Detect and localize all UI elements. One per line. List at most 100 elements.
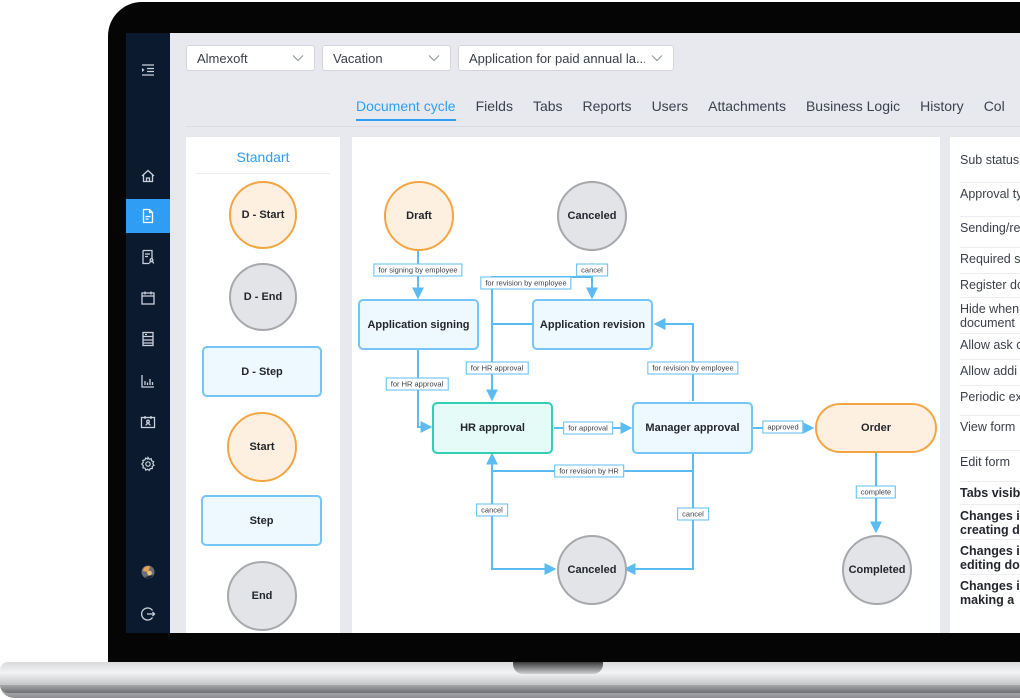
category-select-value: Vacation: [333, 50, 383, 66]
calendar-icon: [141, 291, 155, 305]
document-user-icon: [142, 249, 155, 265]
property-row[interactable]: Tabs visib: [960, 486, 1020, 500]
property-divider: [960, 385, 1020, 386]
property-row[interactable]: Allow addi: [960, 364, 1020, 378]
avatar-icon: [141, 565, 155, 579]
property-row[interactable]: Changes i making a: [960, 579, 1020, 607]
tab-bar: Document cycle Fields Tabs Reports Users…: [356, 93, 1020, 127]
sidebar-item-reports[interactable]: [126, 364, 170, 398]
property-row[interactable]: Approval ty: [960, 187, 1020, 201]
logout-icon: [141, 607, 156, 621]
edge-label[interactable]: for HR approval: [385, 377, 449, 391]
property-row[interactable]: Hide when document: [960, 302, 1020, 330]
palette-step[interactable]: Step: [201, 495, 322, 546]
id-card-icon: [140, 416, 156, 429]
shape-palette: Standart D - Start D - End D - Step Star…: [186, 137, 340, 633]
property-row[interactable]: Periodic ex: [960, 390, 1020, 404]
sidebar-item-id-card[interactable]: [126, 405, 170, 439]
node-order[interactable]: Order: [815, 403, 937, 453]
tab-col[interactable]: Col: [984, 93, 1005, 127]
property-divider: [960, 450, 1020, 451]
chevron-down-icon: [292, 55, 304, 62]
property-divider: [960, 247, 1020, 248]
app-screen: Almexoft Vacation Application for paid a…: [126, 33, 1020, 633]
palette-d-start[interactable]: D - Start: [229, 181, 297, 249]
property-divider: [960, 297, 1020, 298]
chevron-down-icon: [428, 55, 440, 62]
tab-document-cycle[interactable]: Document cycle: [356, 93, 456, 127]
tab-fields[interactable]: Fields: [476, 93, 513, 127]
bar-chart-icon: [141, 375, 154, 388]
node-completed[interactable]: Completed: [842, 535, 912, 605]
palette-d-step[interactable]: D - Step: [202, 346, 322, 397]
node-draft[interactable]: Draft: [384, 181, 454, 251]
sidebar-item-logout[interactable]: [126, 597, 170, 631]
palette-end[interactable]: End: [227, 561, 297, 631]
node-application-signing[interactable]: Application signing: [358, 299, 479, 350]
palette-d-end[interactable]: D - End: [229, 263, 297, 331]
tab-attachments[interactable]: Attachments: [708, 93, 786, 127]
tab-reports[interactable]: Reports: [583, 93, 632, 127]
edge-label[interactable]: for HR approval: [465, 361, 529, 375]
property-divider: [960, 359, 1020, 360]
node-canceled-top[interactable]: Canceled: [557, 181, 627, 251]
property-divider: [960, 182, 1020, 183]
sidebar: [126, 33, 170, 633]
sidebar-item-documents[interactable]: [126, 199, 170, 233]
category-select[interactable]: Vacation: [322, 45, 451, 71]
edge-label[interactable]: for signing by employee: [373, 263, 463, 277]
edge-label[interactable]: for revision by employee: [647, 361, 739, 375]
property-row[interactable]: Changes i creating d: [960, 509, 1020, 537]
property-divider: [960, 504, 1020, 505]
sidebar-item-home[interactable]: [126, 159, 170, 193]
sidebar-item-calendar[interactable]: [126, 281, 170, 315]
edge-label[interactable]: cancel: [476, 503, 508, 517]
sidebar-item-settings[interactable]: [126, 447, 170, 481]
property-divider: [960, 216, 1020, 217]
document-type-select-value: Application for paid annual la...: [469, 50, 645, 66]
edge-label[interactable]: for revision by HR: [554, 464, 624, 478]
edge-label[interactable]: for revision by employee: [480, 276, 572, 290]
property-row[interactable]: Changes i editing do: [960, 544, 1020, 572]
node-manager-approval[interactable]: Manager approval: [632, 402, 753, 454]
property-row[interactable]: Register dc: [960, 278, 1020, 292]
tab-history[interactable]: History: [920, 93, 964, 127]
document-type-select[interactable]: Application for paid annual la...: [458, 45, 674, 71]
sidebar-item-registry[interactable]: [126, 322, 170, 356]
edge-label[interactable]: approved: [762, 420, 804, 434]
properties-panel: Sub status Approval ty Sending/re Required …: [950, 137, 1020, 633]
property-row[interactable]: Required s: [960, 252, 1020, 266]
property-row[interactable]: Allow ask c: [960, 338, 1020, 352]
palette-start[interactable]: Start: [227, 412, 297, 482]
property-row[interactable]: Edit form: [960, 455, 1020, 469]
node-application-revision[interactable]: Application revision: [532, 299, 653, 350]
property-divider: [960, 481, 1020, 482]
laptop-notch: [513, 662, 603, 674]
laptop-base-lip: [0, 685, 1020, 693]
property-divider: [960, 273, 1020, 274]
sidebar-item-user-avatar[interactable]: [126, 555, 170, 589]
company-select[interactable]: Almexoft: [186, 45, 315, 71]
company-select-value: Almexoft: [197, 50, 248, 66]
property-row[interactable]: Sub status: [960, 153, 1020, 167]
tab-business-logic[interactable]: Business Logic: [806, 93, 900, 127]
edge-label[interactable]: complete: [855, 485, 897, 499]
edge-label[interactable]: for approval: [563, 421, 613, 435]
property-divider: [960, 539, 1020, 540]
gear-icon: [140, 456, 155, 472]
node-canceled-bottom[interactable]: Canceled: [557, 535, 627, 605]
edge-label[interactable]: cancel: [576, 263, 608, 277]
sidebar-item-menu-collapse[interactable]: [126, 53, 170, 87]
edge-label[interactable]: cancel: [677, 507, 709, 521]
document-icon: [142, 208, 154, 224]
property-divider: [960, 574, 1020, 575]
palette-divider: [196, 173, 330, 174]
property-row[interactable]: View form: [960, 420, 1020, 434]
sidebar-item-document-user[interactable]: [126, 240, 170, 274]
property-divider: [960, 415, 1020, 416]
node-hr-approval[interactable]: HR approval: [432, 402, 553, 454]
property-row[interactable]: Sending/re: [960, 221, 1020, 235]
tab-users[interactable]: Users: [652, 93, 689, 127]
tab-tabs[interactable]: Tabs: [533, 93, 563, 127]
diagram-canvas[interactable]: Draft Canceled Application signing Appli…: [352, 137, 940, 633]
